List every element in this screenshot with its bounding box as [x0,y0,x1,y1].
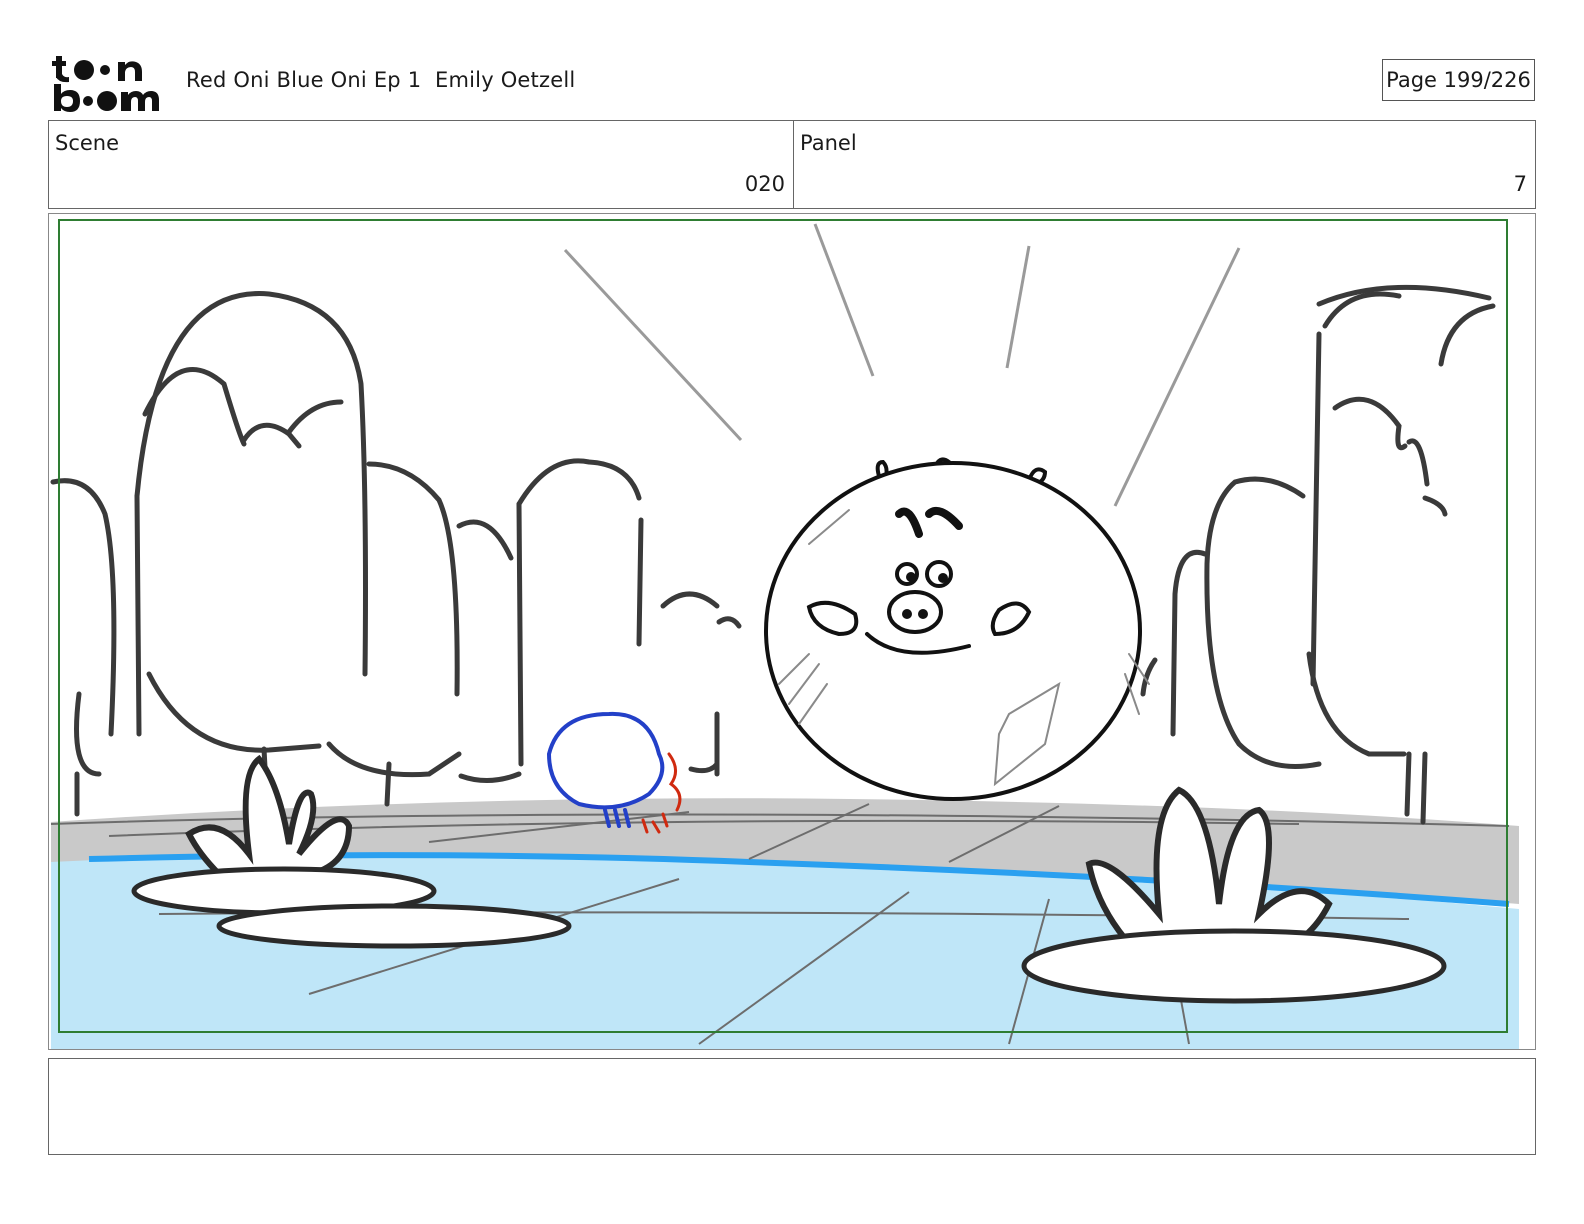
project-title: Red Oni Blue Oni Ep 1 Emily Oetzell [186,68,576,92]
lily-pad-right [1021,928,1447,1004]
scene-number: 020 [744,172,785,196]
panel-cell: Panel 7 [794,121,1535,208]
panel-sketch [49,214,1535,1049]
scene-cell: Scene 020 [49,121,794,208]
scene-label: Scene [55,131,120,155]
panel-number: 7 [1513,172,1527,196]
lily-pad-left-large [216,903,572,949]
storyboard-panel-image [48,213,1536,1050]
page-indicator: Page 199/226 [1382,59,1535,101]
panel-notes-box [48,1058,1536,1155]
toon-boom-logo [52,52,164,112]
panel-label: Panel [800,131,857,155]
scene-panel-info: Scene 020 Panel 7 [48,120,1536,209]
